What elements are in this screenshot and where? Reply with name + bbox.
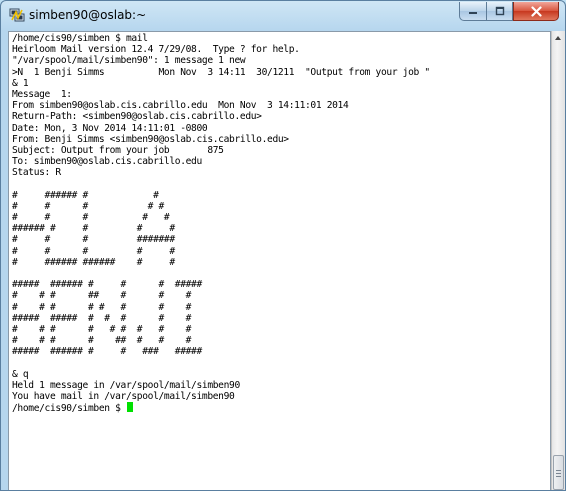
terminal-line: Status: R — [12, 167, 61, 179]
terminal-line: & 1 — [12, 77, 29, 89]
shell-prompt: /home/cis90/simben $ — [12, 403, 126, 415]
terminal-line: /home/cis90/simben $ mail — [12, 33, 148, 44]
terminal-line: Heirloom Mail version 12.4 7/29/08. Type… — [12, 44, 300, 56]
maximize-icon — [495, 6, 504, 16]
banner-line: # # # # # — [12, 212, 170, 223]
terminal-screen[interactable]: /home/cis90/simben $ mail Heirloom Mail … — [8, 31, 551, 490]
text-cursor — [126, 402, 133, 413]
banner-line: ##### ###### # # # ##### — [12, 279, 202, 291]
terminal-line: Return-Path: <simben90@oslab.cis.cabrill… — [12, 111, 262, 123]
banner-line: # # # # # — [12, 200, 164, 212]
grip-line — [556, 476, 561, 477]
terminal-line: You have mail in /var/spool/mail/simben9… — [12, 391, 235, 402]
banner-line: # # # ## # # # — [12, 290, 192, 302]
close-icon — [530, 5, 542, 17]
putty-icon[interactable] — [9, 7, 25, 23]
terminal-line: >N 1 Benji Simms Mon Nov 3 14:11 30/1211… — [12, 66, 430, 78]
minimize-icon — [469, 12, 477, 14]
terminal-line: From simben90@oslab.cis.cabrillo.edu Mon… — [12, 100, 349, 112]
terminal-line: Subject: Output from your job 875 — [12, 144, 224, 156]
banner-line: # ###### # # — [12, 189, 159, 201]
caption-buttons — [459, 2, 559, 22]
terminal-line: & q — [12, 368, 29, 380]
prompt-line[interactable]: /home/cis90/simben $ — [12, 402, 430, 415]
grip-line — [556, 470, 561, 471]
terminal-output: /home/cis90/simben $ mail Heirloom Mail … — [12, 33, 430, 415]
window-title: simben90@oslab:~ — [29, 8, 147, 22]
minimize-button[interactable] — [459, 2, 486, 21]
title-bar[interactable]: simben90@oslab:~ — [1, 1, 565, 31]
banner-line: # ###### ###### # # — [12, 256, 175, 268]
banner-line: # # # ####### — [12, 234, 175, 246]
banner-line: ##### ###### # # ### ##### — [12, 346, 202, 358]
terminal-line: "/var/spool/mail/simben90": 1 message 1 … — [12, 55, 246, 67]
close-button[interactable] — [513, 2, 559, 21]
terminal-line: Held 1 message in /var/spool/mail/simben… — [12, 379, 240, 391]
scroll-thumb[interactable] — [553, 455, 564, 490]
banner-line: # # # # # — [12, 245, 175, 257]
banner-line: ###### # # # # — [12, 223, 175, 235]
scroll-up-arrow-icon[interactable] — [555, 36, 561, 40]
putty-window: simben90@oslab:~ /home/cis90/simben $ ma… — [0, 0, 566, 491]
vertical-scrollbar[interactable] — [551, 31, 565, 490]
banner-line: # # # # # # # # # — [12, 323, 192, 335]
terminal-line: To: simben90@oslab.cis.cabrillo.edu — [12, 156, 202, 168]
terminal-line: From: Benji Simms <simben90@oslab.cis.ca… — [12, 133, 289, 145]
grip-line — [556, 473, 561, 474]
terminal-line: Date: Mon, 3 Nov 2014 14:11:01 -0800 — [12, 122, 208, 134]
banner-line: # # # # ## # # # — [12, 335, 192, 347]
maximize-button[interactable] — [486, 2, 513, 21]
terminal-line: Message 1: — [12, 88, 72, 100]
banner-line: # # # # # # # # — [12, 301, 192, 313]
banner-line: ##### ##### # # # # # — [12, 312, 192, 324]
